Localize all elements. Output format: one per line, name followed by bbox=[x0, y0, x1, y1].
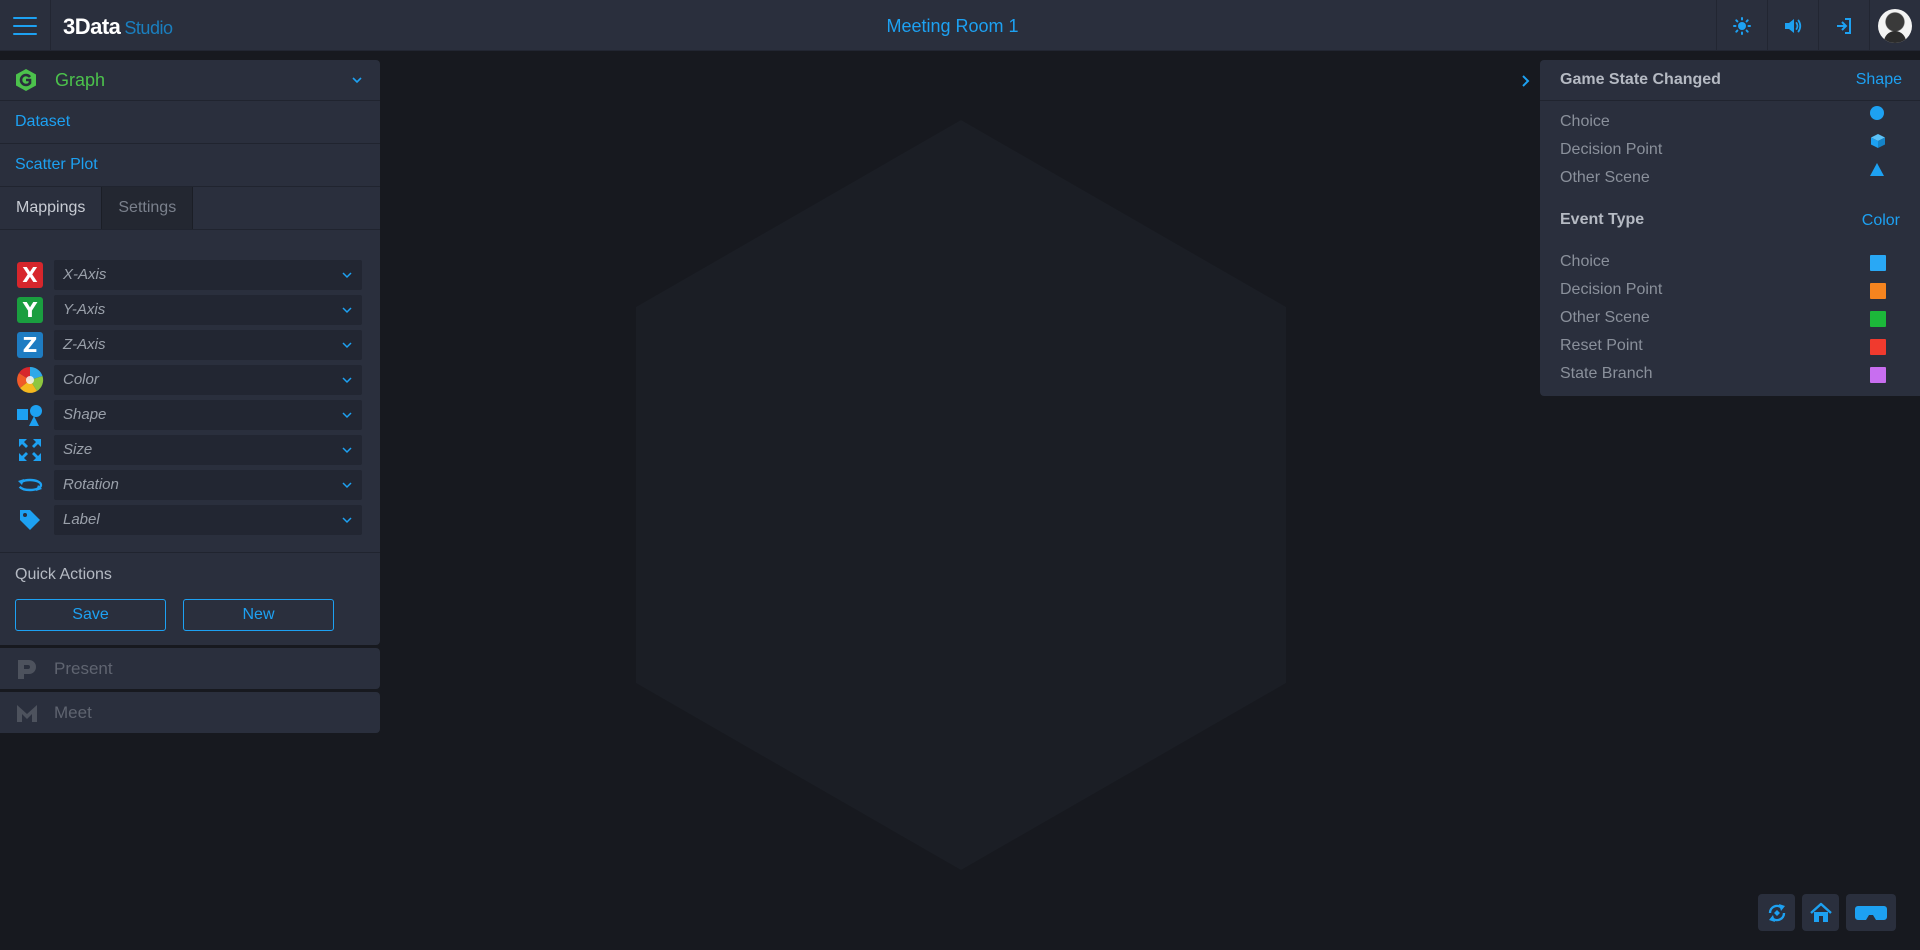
brightness-icon[interactable] bbox=[1716, 0, 1767, 51]
chevron-down-icon bbox=[342, 446, 352, 453]
meet-panel[interactable]: Meet bbox=[0, 692, 380, 733]
mapping-row-x-axis: X X-Axis bbox=[15, 257, 380, 292]
x-axis-select[interactable]: X-Axis bbox=[54, 259, 362, 290]
color-select-label: Color bbox=[63, 371, 99, 388]
label-select[interactable]: Label bbox=[54, 504, 362, 535]
save-button[interactable]: Save bbox=[15, 599, 166, 631]
chevron-right-icon[interactable] bbox=[1519, 72, 1533, 90]
size-select-label: Size bbox=[63, 441, 93, 458]
mapping-row-color: Color bbox=[15, 362, 380, 397]
tab-settings[interactable]: Settings bbox=[101, 187, 194, 229]
room-title: Meeting Room 1 bbox=[886, 16, 1019, 36]
meet-label: Meet bbox=[54, 702, 92, 722]
graph-panel-header[interactable]: Graph bbox=[0, 60, 380, 101]
mapping-row-label: Label bbox=[15, 502, 380, 537]
color-swatch bbox=[1870, 311, 1886, 327]
graph-logo-icon bbox=[16, 69, 36, 91]
mapping-row-z-axis: Z Z-Axis bbox=[15, 327, 380, 362]
color-legend-title: Event Type bbox=[1560, 211, 1645, 228]
graph-panel-title: Graph bbox=[55, 69, 106, 90]
chevron-down-icon bbox=[342, 411, 352, 418]
present-icon bbox=[18, 659, 36, 679]
chevron-down-icon bbox=[342, 481, 352, 488]
top-icons bbox=[1716, 0, 1920, 51]
color-legend-item: State Branch bbox=[1560, 365, 1653, 382]
scatter-plot-link[interactable]: Scatter Plot bbox=[0, 144, 380, 187]
quick-actions-title: Quick Actions bbox=[15, 566, 112, 583]
z-axis-select-label: Z-Axis bbox=[63, 336, 106, 353]
color-legend-link[interactable]: Color bbox=[1862, 212, 1900, 230]
color-swatch bbox=[1870, 367, 1886, 383]
color-legend-item: Decision Point bbox=[1560, 281, 1663, 298]
x-axis-icon: X bbox=[17, 261, 43, 288]
shape-legend-item: Choice bbox=[1560, 113, 1610, 130]
triangle-shape-icon bbox=[1870, 163, 1884, 176]
y-axis-select-label: Y-Axis bbox=[63, 301, 106, 318]
color-swatch bbox=[1870, 339, 1886, 355]
tab-mappings[interactable]: Mappings bbox=[0, 187, 102, 229]
y-axis-select[interactable]: Y-Axis bbox=[54, 294, 362, 325]
shape-select[interactable]: Shape bbox=[54, 399, 362, 430]
volume-icon[interactable] bbox=[1767, 0, 1818, 51]
present-panel[interactable]: Present bbox=[0, 648, 380, 689]
divider bbox=[0, 552, 380, 553]
color-wheel-icon bbox=[17, 366, 44, 393]
reset-view-icon bbox=[1768, 903, 1785, 922]
x-axis-select-label: X-Axis bbox=[63, 266, 107, 283]
shape-legend-title: Game State Changed bbox=[1560, 71, 1721, 88]
rotation-icon bbox=[17, 478, 43, 491]
size-select[interactable]: Size bbox=[54, 434, 362, 465]
dataset-link[interactable]: Dataset bbox=[0, 101, 380, 144]
shape-legend-item: Other Scene bbox=[1560, 169, 1650, 186]
user-avatar[interactable] bbox=[1869, 0, 1920, 51]
z-axis-select[interactable]: Z-Axis bbox=[54, 329, 362, 360]
chevron-down-icon bbox=[342, 341, 352, 348]
exit-icon[interactable] bbox=[1818, 0, 1869, 51]
chevron-down-icon bbox=[342, 271, 352, 278]
quick-actions: Save New bbox=[0, 599, 380, 631]
mapping-row-size: Size bbox=[15, 432, 380, 467]
graph-panel: Graph Dataset Scatter Plot Mappings Sett… bbox=[0, 60, 380, 645]
home-button[interactable] bbox=[1802, 894, 1839, 931]
cube-shape-icon bbox=[1871, 134, 1885, 148]
mapping-row-rotation: Rotation bbox=[15, 467, 380, 502]
hexagon-backdrop bbox=[636, 120, 1286, 870]
circle-shape-icon bbox=[1870, 106, 1884, 120]
shape-select-label: Shape bbox=[63, 406, 107, 423]
reset-view-button[interactable] bbox=[1758, 894, 1795, 931]
color-swatch bbox=[1870, 283, 1886, 299]
shape-legend-link[interactable]: Shape bbox=[1856, 71, 1902, 89]
legend-header: Game State Changed Shape bbox=[1540, 60, 1920, 101]
label-select-label: Label bbox=[63, 511, 100, 528]
rotation-select-label: Rotation bbox=[63, 476, 119, 493]
chevron-down-icon[interactable] bbox=[350, 73, 364, 87]
home-icon bbox=[1809, 902, 1832, 922]
shape-legend-item: Decision Point bbox=[1560, 141, 1663, 158]
rotation-select[interactable]: Rotation bbox=[54, 469, 362, 500]
mapping-row-y-axis: Y Y-Axis bbox=[15, 292, 380, 327]
legend-panel: Game State Changed Shape Choice Decision… bbox=[1540, 60, 1920, 396]
meet-icon bbox=[17, 704, 37, 722]
color-legend-item: Reset Point bbox=[1560, 337, 1643, 354]
color-legend-item: Other Scene bbox=[1560, 309, 1650, 326]
tag-icon bbox=[20, 509, 40, 530]
y-axis-icon: Y bbox=[17, 296, 43, 323]
shapes-icon bbox=[17, 404, 42, 426]
mapping-row-shape: Shape bbox=[15, 397, 380, 432]
chevron-down-icon bbox=[342, 376, 352, 383]
resize-icon bbox=[19, 438, 41, 461]
new-button[interactable]: New bbox=[183, 599, 334, 631]
color-select[interactable]: Color bbox=[54, 364, 362, 395]
mappings-list: X X-Axis Y Y-Axis Z Z-Axis Color Shape S… bbox=[0, 230, 380, 537]
vr-headset-icon bbox=[1855, 905, 1887, 920]
chevron-down-icon bbox=[342, 516, 352, 523]
color-swatch bbox=[1870, 255, 1886, 271]
present-label: Present bbox=[54, 658, 113, 678]
chevron-down-icon bbox=[342, 306, 352, 313]
top-bar: 3Data Studio Meeting Room 1 bbox=[0, 0, 1920, 51]
vr-mode-button[interactable] bbox=[1846, 894, 1896, 931]
z-axis-icon: Z bbox=[17, 331, 43, 358]
panel-tabs: Mappings Settings bbox=[0, 187, 380, 230]
color-legend-item: Choice bbox=[1560, 253, 1610, 270]
